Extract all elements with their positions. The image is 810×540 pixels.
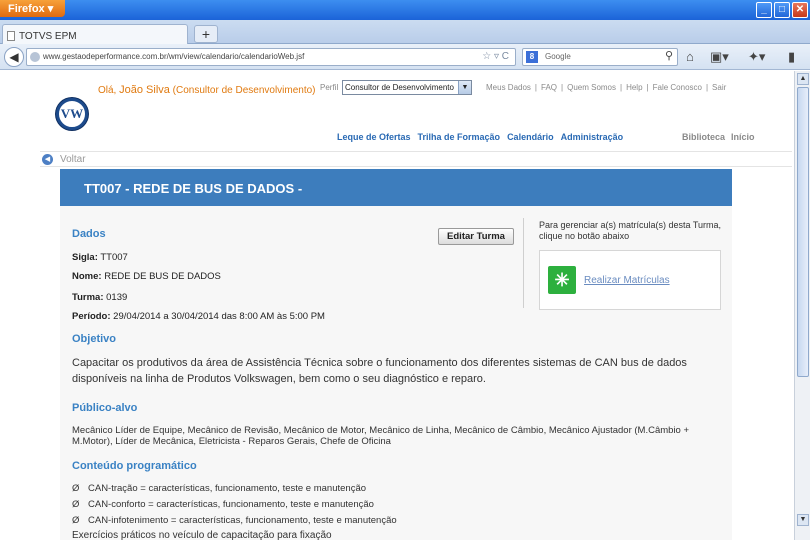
menu-calendario[interactable]: Calendário (507, 132, 554, 142)
link-fale-conosco[interactable]: Fale Conosco (653, 83, 702, 92)
bookmark-star-icon[interactable]: ☆ ▿ C (482, 51, 509, 62)
web-page: Olá, João Silva (Consultor de Desenvolvi… (0, 71, 794, 540)
periodo-label: Período: (72, 311, 111, 322)
back-link[interactable]: Voltar (60, 154, 86, 165)
menu-administracao[interactable]: Administração (561, 132, 624, 142)
list-item: Exercícios práticos no veículo de capaci… (72, 530, 332, 540)
chevron-down-icon[interactable]: ▼ (458, 81, 471, 94)
back-arrow-icon[interactable]: ◀ (4, 47, 24, 67)
user-name[interactable]: João Silva (119, 84, 170, 96)
objetivo-text: Capacitar os produtivos da área de Assis… (72, 357, 687, 385)
field-turma: Turma: 0139 (72, 292, 127, 303)
url-bar[interactable]: www.gestaodeperformance.com.br/wm/view/c… (26, 48, 516, 66)
window-controls: _ □ ✕ (756, 2, 808, 18)
firefox-menu-button[interactable]: Firefox ▾ (0, 0, 65, 17)
list-item: Ø CAN-conforto = características, funcion… (72, 499, 374, 510)
close-window-button[interactable]: ✕ (792, 2, 808, 18)
search-icon[interactable]: ⚲ (665, 49, 673, 62)
edit-turma-button[interactable]: Editar Turma (438, 228, 514, 245)
matriculas-icon[interactable]: ✳ (548, 266, 576, 294)
maximize-button[interactable]: □ (774, 2, 790, 18)
divider (523, 218, 524, 308)
firefox-menu-label: Firefox (8, 3, 45, 15)
dados-heading: Dados (72, 228, 106, 240)
vertical-scrollbar[interactable]: ▲ ▼ (794, 71, 810, 540)
turma-label: Turma: (72, 292, 104, 303)
list-item: Ø CAN-infotenimento = características, fu… (72, 515, 397, 526)
right-menu: Biblioteca Início (682, 132, 761, 142)
list-item: Ø CAN-tração = características, funcionam… (72, 483, 366, 494)
list-item-text: Exercícios práticos no veículo de capaci… (72, 530, 332, 540)
menu-inicio[interactable]: Início (731, 132, 755, 142)
bullet-symbol: Ø (72, 515, 80, 526)
matriculas-box: ✳ Realizar Matrículas (539, 250, 721, 310)
field-periodo: Período: 29/04/2014 a 30/04/2014 das 8:0… (72, 311, 325, 322)
user-greeting: Olá, João Silva (Consultor de Desenvolvi… (98, 84, 316, 96)
user-role: (Consultor de Desenvolvimento) (172, 85, 316, 96)
link-quem-somos[interactable]: Quem Somos (567, 83, 616, 92)
tab-totvs-epm[interactable]: TOTVS EPM (2, 24, 188, 44)
turma-value: 0139 (106, 292, 128, 303)
course-title-banner: TT007 - REDE DE BUS DE DADOS - (60, 169, 732, 206)
navigation-bar: ◀ www.gestaodeperformance.com.br/wm/view… (0, 44, 810, 70)
sigla-label: Sigla: (72, 252, 98, 263)
main-menu: Leque de Ofertas Trilha de Formação Calend… (337, 132, 630, 142)
search-engine-icon[interactable]: 8 (526, 51, 538, 63)
matriculas-instructions: Para gerenciar a(s) matrícula(s) desta T… (539, 220, 722, 241)
list-item-text: CAN-infotenimento = características, fun… (88, 515, 397, 526)
realizar-matriculas-link[interactable]: Realizar Matrículas (584, 275, 670, 286)
list-item-text: CAN-conforto = características, funciona… (88, 499, 374, 510)
minimize-button[interactable]: _ (756, 2, 772, 18)
bullet-symbol: Ø (72, 499, 80, 510)
menu-trilha-de-formacao[interactable]: Trilha de Formação (418, 132, 501, 142)
vw-logo[interactable]: VW (56, 98, 88, 130)
publico-alvo-heading: Público-alvo (72, 402, 138, 414)
tab-strip: TOTVS EPM + (0, 20, 810, 44)
bookmarks-menu-icon[interactable]: ▣▾ (710, 49, 729, 65)
top-links: Meus Dados | FAQ | Quem Somos | Help | Fale Cono… (486, 83, 727, 92)
back-icon[interactable]: ◀ (42, 154, 53, 165)
search-bar[interactable]: 8 Google ⚲ (522, 48, 678, 66)
link-meus-dados[interactable]: Meus Dados (486, 83, 531, 92)
nome-label: Nome: (72, 271, 102, 282)
conteudo-heading: Conteúdo programático (72, 460, 197, 472)
extension-icon[interactable]: ▮ (788, 49, 795, 65)
menu-biblioteca[interactable]: Biblioteca (682, 132, 725, 142)
home-icon[interactable]: ⌂ (686, 49, 694, 64)
back-link-row: ◀ Voltar (40, 151, 792, 167)
field-nome: Nome: REDE DE BUS DE DADOS (72, 271, 221, 282)
periodo-value: 29/04/2014 a 30/04/2014 das 8:00 AM às 5… (113, 311, 325, 322)
perfil-select[interactable]: Consultor de Desenvolvimento ▼ (342, 80, 472, 95)
publico-alvo-text: Mecânico Líder de Equipe, Mecânico de Re… (72, 425, 690, 447)
field-sigla: Sigla: TT007 (72, 252, 128, 263)
perfil-label: Perfil (320, 83, 339, 92)
addon-icon[interactable]: ✦▾ (748, 49, 765, 65)
tab-title: TOTVS EPM (19, 30, 77, 42)
nome-value: REDE DE BUS DE DADOS (104, 271, 221, 282)
search-placeholder: Google (545, 52, 571, 61)
perfil-select-value: Consultor de Desenvolvimento (345, 83, 454, 92)
list-item-text: CAN-tração = características, funcioname… (88, 483, 367, 494)
window-titlebar: Firefox ▾ _ □ ✕ (0, 0, 810, 20)
site-identity-icon[interactable] (30, 52, 40, 62)
menu-leque-de-ofertas[interactable]: Leque de Ofertas (337, 132, 411, 142)
vw-logo-text: VW (60, 106, 84, 121)
link-faq[interactable]: FAQ (541, 83, 557, 92)
greeting-prefix: Olá, (98, 85, 120, 96)
scroll-down-icon[interactable]: ▼ (797, 514, 809, 526)
sigla-value: TT007 (100, 252, 128, 263)
link-help[interactable]: Help (626, 83, 642, 92)
url-text: www.gestaodeperformance.com.br/wm/view/c… (43, 52, 305, 61)
scroll-up-icon[interactable]: ▲ (797, 73, 809, 85)
objetivo-heading: Objetivo (72, 333, 117, 345)
course-title: TT007 - REDE DE BUS DE DADOS - (84, 181, 303, 196)
link-sair[interactable]: Sair (712, 83, 726, 92)
scrollbar-thumb[interactable] (797, 87, 809, 377)
new-tab-button[interactable]: + (194, 25, 218, 43)
bullet-symbol: Ø (72, 483, 80, 494)
page-icon (7, 31, 15, 41)
